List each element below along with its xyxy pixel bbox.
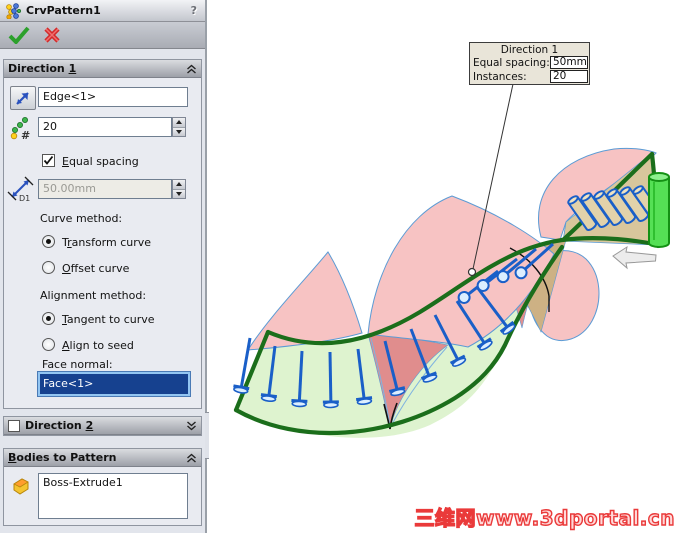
chevron-up-icon[interactable] [186,453,197,463]
instances-count-icon: # [10,117,30,140]
spinner-down-button[interactable] [173,127,185,136]
pattern-edge-input[interactable]: Edge<1> [38,87,188,107]
callout-instances-value[interactable]: 20 [550,70,588,83]
callout-anchor-point[interactable] [467,267,477,277]
feature-titlebar: CrvPattern1 ? [0,0,205,22]
spinner-up-button[interactable] [173,118,185,128]
help-button[interactable]: ? [188,4,200,17]
group-direction-2: Direction 2 [3,416,202,436]
feature-title: CrvPattern1 [26,4,101,17]
direction-manipulator-arrow[interactable] [612,245,657,270]
spacing-spinner[interactable] [172,179,186,199]
spinner-down-button[interactable] [173,189,185,198]
solid-body-icon [13,478,29,495]
curve-method-label: Curve method: [40,212,123,225]
align-to-seed-radio[interactable] [42,338,55,351]
body-item[interactable]: Boss-Extrude1 [39,474,187,491]
offset-curve-label: Offset curve [62,262,130,275]
instances-spinner[interactable] [172,117,186,137]
direction-2-checkbox[interactable] [8,419,20,432]
callout-instances-label: Instances: [473,70,527,83]
watermark-text: 三维网www.3dportal.cn [414,505,675,530]
spinner-up-button[interactable] [173,180,185,190]
group-header-direction-1[interactable]: Direction 1 [4,60,201,78]
chevron-down-icon[interactable] [186,420,197,431]
face-normal-selection-box[interactable]: Face<1> [37,371,191,397]
svg-text:D1: D1 [19,194,30,202]
alignment-method-label: Alignment method: [40,289,147,302]
group-label: Direction 2 [25,419,94,432]
equal-spacing-checkbox[interactable] [42,154,55,167]
tangent-to-curve-radio[interactable] [42,312,55,325]
svg-text:#: # [21,129,30,140]
reverse-direction-button[interactable] [10,86,36,110]
group-direction-1: Direction 1 Edge<1> # 20 Equal spacing D… [3,59,202,409]
curve-pattern-icon [6,2,21,19]
offset-curve-radio[interactable] [42,261,55,274]
group-body-direction-1: Edge<1> # 20 Equal spacing D1 50.00mm Cu… [4,78,201,408]
group-label: Direction 1 [8,62,77,75]
graphics-area[interactable]: Direction 1 Equal spacing: 50mm Instance… [209,0,678,533]
seed-body-highlighted[interactable] [648,172,670,248]
align-to-seed-label: Align to seed [62,339,134,352]
callout-spacing-label: Equal spacing: [473,56,550,69]
cancel-button[interactable] [43,26,61,44]
pattern-callout: Direction 1 Equal spacing: 50mm Instance… [469,42,590,85]
property-manager-panel: CrvPattern1 ? Direction 1 Edge<1> # 20 E… [0,0,207,533]
spacing-value-input: 50.00mm [38,179,172,199]
transform-curve-label: Transform curve [62,236,152,249]
model-3d-view[interactable] [209,0,678,533]
group-bodies-to-pattern: Bodies to Pattern Boss-Extrude1 [3,448,202,526]
ok-button[interactable] [7,26,31,44]
confirm-bar [0,22,205,49]
instances-count-input[interactable]: 20 [38,117,172,137]
direction-arrow-icon [16,92,29,105]
bodies-selection-box[interactable]: Boss-Extrude1 [38,473,188,519]
solidworks-window: CrvPattern1 ? Direction 1 Edge<1> # 20 E… [0,0,678,533]
equal-spacing-label: Equal spacing [62,155,139,168]
callout-spacing-value[interactable]: 50mm [550,56,588,69]
spacing-dimension-icon: D1 [7,176,34,202]
face-normal-label: Face normal: [42,358,113,371]
tangent-to-curve-label: Tangent to curve [62,313,155,326]
group-label: Bodies to Pattern [8,451,117,464]
chevron-up-icon[interactable] [186,64,197,74]
group-header-bodies[interactable]: Bodies to Pattern [4,449,201,467]
transform-curve-radio[interactable] [42,235,55,248]
group-header-direction-2[interactable]: Direction 2 [4,417,201,435]
face-normal-value: Face<1> [43,377,94,390]
callout-title: Direction 1 [500,44,559,56]
group-body-bodies: Boss-Extrude1 [4,467,201,525]
